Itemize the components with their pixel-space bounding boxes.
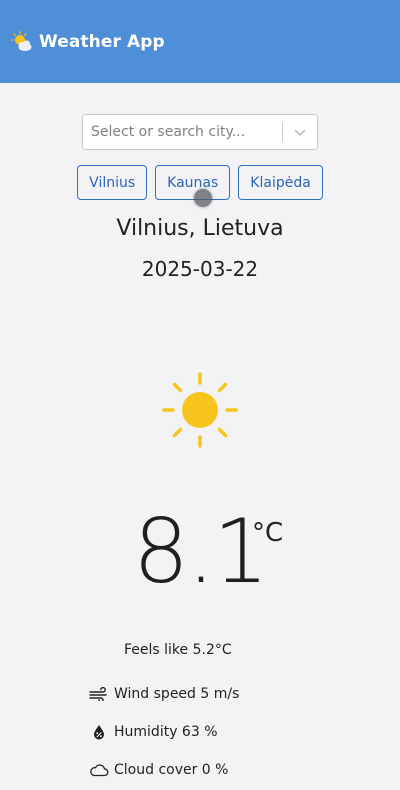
chevron-down-icon[interactable] bbox=[283, 115, 317, 149]
cloud-cover-row: Cloud cover 0 % bbox=[89, 762, 228, 778]
forecast-date: 2025-03-22 bbox=[141, 257, 259, 281]
location-name: Vilnius, Lietuva bbox=[116, 216, 284, 241]
city-select[interactable] bbox=[82, 114, 318, 150]
sun-behind-cloud-icon bbox=[11, 30, 33, 53]
city-button-kaunas[interactable]: Kaunas bbox=[155, 165, 231, 200]
cloud-cover-text: Cloud cover 0 % bbox=[114, 762, 229, 778]
touch-cursor bbox=[194, 189, 212, 207]
city-button-vilnius[interactable]: Vilnius bbox=[77, 165, 148, 200]
humidity-text: Humidity 63 % bbox=[114, 724, 218, 740]
wind-speed-row: Wind speed 5 m/s bbox=[89, 686, 239, 702]
city-search-input[interactable] bbox=[83, 115, 282, 149]
humidity-row: Humidity 63 % bbox=[89, 724, 218, 740]
wind-speed-text: Wind speed 5 m/s bbox=[114, 686, 240, 702]
temperature-value: 8.1 bbox=[133, 500, 269, 603]
feels-like: Feels like 5.2°C bbox=[124, 642, 232, 658]
temperature-display: 8.1 °C bbox=[0, 500, 400, 603]
city-button-klaipeda[interactable]: Klaipėda bbox=[238, 165, 323, 200]
humidity-icon bbox=[94, 725, 104, 740]
temperature-unit: °C bbox=[252, 518, 284, 548]
cloud-icon bbox=[90, 764, 109, 777]
app-title: Weather App bbox=[39, 31, 165, 52]
app-header: Weather App bbox=[0, 0, 400, 83]
wind-icon bbox=[89, 687, 107, 701]
sun-icon bbox=[160, 370, 240, 450]
